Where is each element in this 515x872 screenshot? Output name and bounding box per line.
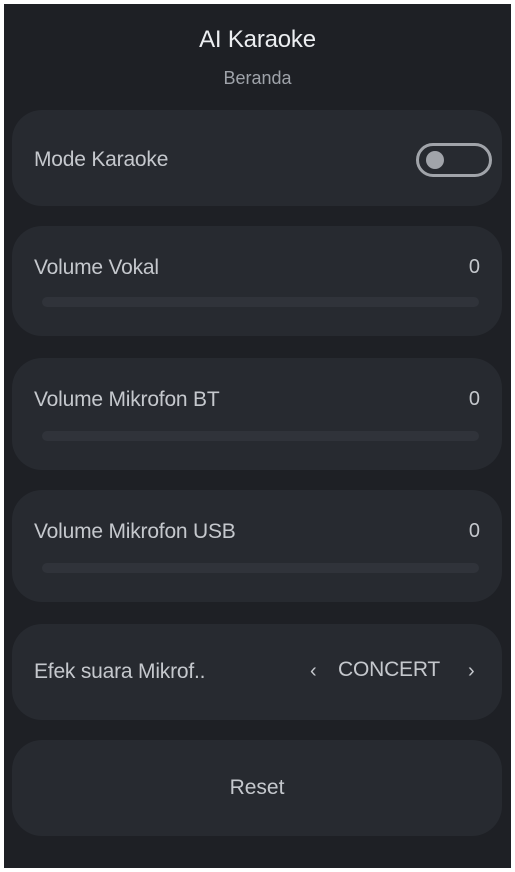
- reset-label: Reset: [229, 776, 285, 799]
- volume-vokal-slider[interactable]: [42, 297, 479, 307]
- chevron-left-icon[interactable]: ‹: [310, 660, 317, 683]
- karaoke-screen: AI Karaoke Beranda Mode Karaoke Volume V…: [4, 4, 511, 868]
- volume-vokal-card: Volume Vokal 0: [12, 226, 502, 336]
- volume-mic-bt-label: Volume Mikrofon BT: [34, 388, 220, 411]
- karaoke-mode-card: Mode Karaoke: [12, 110, 502, 206]
- chevron-right-icon[interactable]: ›: [468, 660, 475, 683]
- volume-mic-usb-slider[interactable]: [42, 563, 479, 573]
- volume-mic-usb-label: Volume Mikrofon USB: [34, 520, 236, 543]
- header: AI Karaoke Beranda: [4, 4, 511, 108]
- mic-effect-card: Efek suara Mikrof.. ‹ CONCERT ›: [12, 624, 502, 720]
- toggle-knob: [426, 151, 444, 169]
- mic-effect-label: Efek suara Mikrof..: [34, 660, 206, 683]
- volume-mic-bt-value: 0: [468, 388, 480, 410]
- breadcrumb: Beranda: [223, 68, 292, 88]
- volume-vokal-label: Volume Vokal: [34, 256, 159, 279]
- mic-effect-value: CONCERT: [338, 658, 441, 681]
- reset-button[interactable]: Reset: [12, 740, 502, 836]
- karaoke-mode-toggle[interactable]: [416, 143, 492, 177]
- volume-mic-bt-slider[interactable]: [42, 431, 479, 441]
- volume-mic-usb-value: 0: [468, 520, 480, 542]
- karaoke-mode-label: Mode Karaoke: [34, 148, 169, 171]
- volume-vokal-value: 0: [468, 256, 480, 278]
- volume-mic-bt-card: Volume Mikrofon BT 0: [12, 358, 502, 470]
- volume-mic-usb-card: Volume Mikrofon USB 0: [12, 490, 502, 602]
- page-title: AI Karaoke: [199, 26, 316, 53]
